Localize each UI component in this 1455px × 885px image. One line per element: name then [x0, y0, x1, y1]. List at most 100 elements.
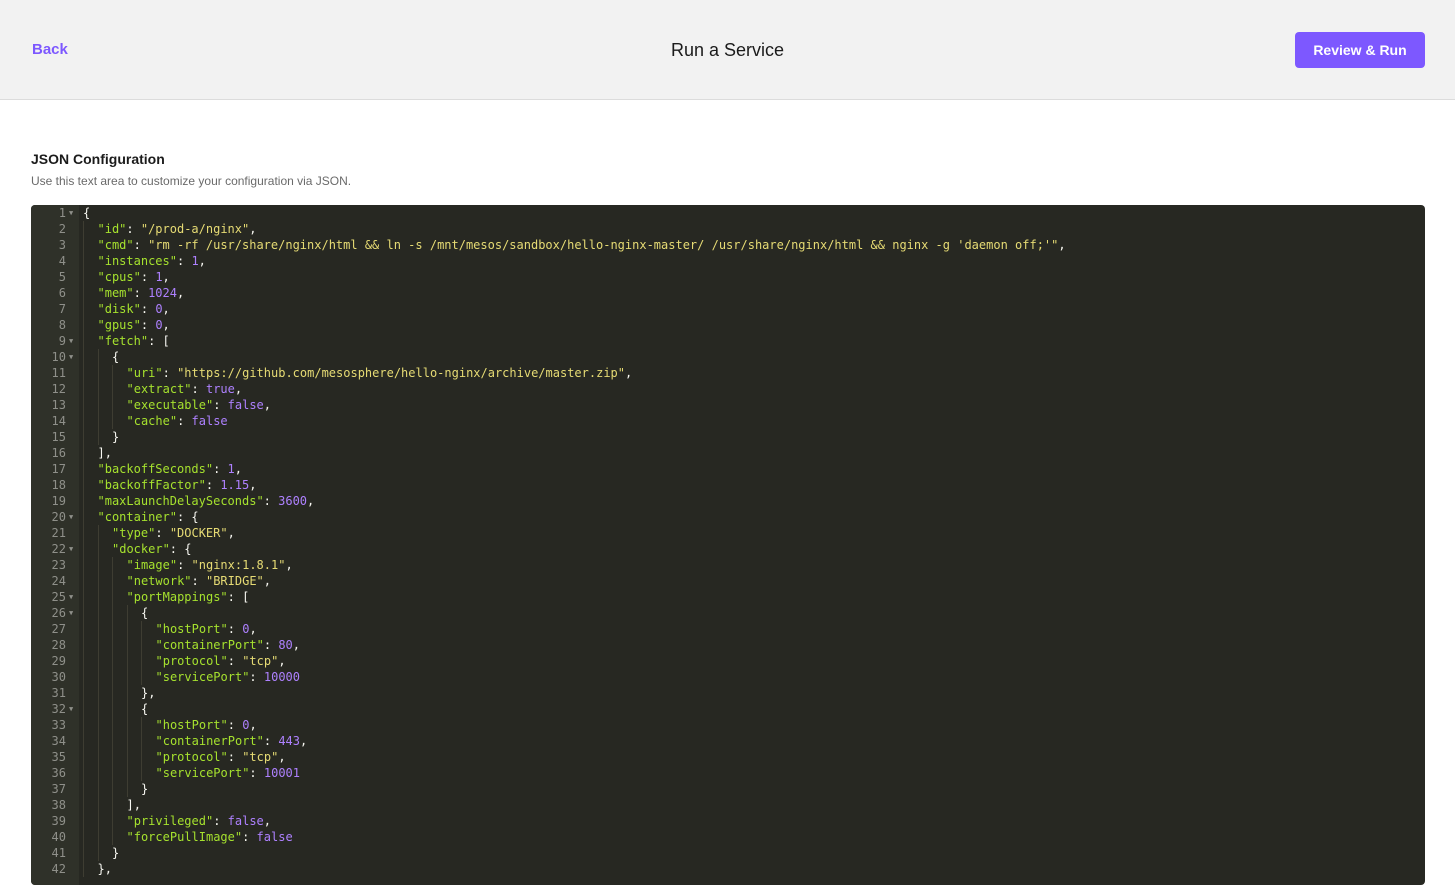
code-token: ,	[278, 750, 286, 764]
line-number: 40	[51, 830, 66, 844]
fold-toggle-icon[interactable]: ▼	[69, 605, 77, 621]
json-editor[interactable]: 1 ▼{2 "id": "/prod-a/nginx", 3 "cmd": "rm -r…	[31, 205, 1425, 885]
fold-toggle-icon[interactable]: ▼	[69, 349, 77, 365]
code-text: }	[112, 429, 119, 445]
indent-guide	[83, 365, 84, 381]
code-token: :	[177, 558, 192, 572]
indent-guide	[83, 445, 84, 461]
code-text: "extract": true,	[127, 381, 243, 397]
code-token: {	[141, 702, 149, 716]
indent-guide	[126, 749, 128, 765]
line-number: 32	[51, 702, 66, 716]
indent-guide	[83, 477, 84, 493]
line-number: 3	[58, 238, 66, 252]
indent-guide	[83, 317, 84, 333]
line-number: 31	[51, 686, 66, 700]
code-token: {	[83, 206, 91, 220]
code-token: :	[155, 526, 170, 540]
line-number: 16	[51, 446, 66, 460]
code-token: :	[176, 254, 192, 268]
line-number: 2	[58, 222, 66, 236]
code-token: "instances"	[97, 254, 177, 268]
review-and-run-button[interactable]: Review & Run	[1295, 32, 1425, 68]
code-text: {	[112, 349, 119, 365]
indent-guide	[83, 429, 84, 445]
code-token: :	[140, 270, 156, 284]
code-token: "gpus"	[97, 318, 141, 332]
indent-guide	[83, 541, 84, 557]
code-token: ,	[263, 398, 272, 412]
code-token: true	[205, 382, 235, 396]
indent-guide	[83, 669, 84, 685]
code-token: "tcp"	[242, 750, 279, 764]
code-line: 38],	[31, 797, 1425, 813]
code-text: ],	[98, 445, 112, 461]
code-line: 34 "containerPort": 443,	[31, 733, 1425, 749]
code-text: }	[112, 845, 119, 861]
line-number: 30	[51, 670, 66, 684]
code-token: "disk"	[97, 302, 141, 316]
code-token: "BRIDGE"	[205, 574, 264, 588]
code-text: },	[141, 685, 155, 701]
code-token: "forcePullImage"	[126, 830, 243, 844]
page-header: Back Run a Service Review & Run	[0, 0, 1455, 100]
indent-guide	[112, 653, 113, 669]
line-number: 33	[51, 718, 66, 732]
fold-toggle-icon[interactable]: ▼	[69, 205, 77, 221]
indent-guide	[97, 621, 99, 637]
indent-guide	[97, 605, 99, 621]
back-link[interactable]: Back	[32, 40, 68, 60]
code-text: }	[141, 781, 148, 797]
code-token: "privileged"	[126, 814, 214, 828]
code-text: "privileged": false,	[127, 813, 272, 829]
line-number: 39	[51, 814, 66, 828]
code-line: 16],	[31, 445, 1425, 461]
fold-toggle-icon[interactable]: ▼	[69, 589, 77, 605]
indent-guide	[112, 733, 113, 749]
line-number: 38	[51, 798, 66, 812]
indent-guide	[83, 557, 84, 573]
code-token: }	[112, 430, 120, 444]
indent-guide	[112, 717, 113, 733]
indent-guide	[126, 685, 128, 701]
code-line: 30 "servicePort": 10000	[31, 669, 1425, 685]
indent-guide	[112, 589, 113, 605]
indent-guide	[112, 365, 113, 381]
indent-guide	[141, 637, 142, 653]
code-line: 9 ▼ "fetch": [	[31, 333, 1425, 349]
indent-guide	[112, 621, 113, 637]
editor-content[interactable]: 1 ▼{2 "id": "/prod-a/nginx", 3 "cmd": "rm -r…	[31, 205, 1425, 877]
code-line: 19 "maxLaunchDelaySeconds": 3600,	[31, 493, 1425, 509]
indent-guide	[112, 685, 113, 701]
code-token: :	[242, 830, 257, 844]
indent-guide	[83, 221, 84, 237]
code-token: ,	[249, 622, 257, 636]
code-token: :	[140, 318, 156, 332]
indent-guide	[97, 349, 99, 365]
code-token: : {	[176, 510, 199, 524]
indent-guide	[83, 685, 84, 701]
indent-guide	[97, 397, 99, 413]
line-number: 13	[51, 398, 66, 412]
indent-guide	[83, 349, 84, 365]
indent-guide	[97, 829, 99, 845]
code-token: "containerPort"	[155, 734, 264, 748]
code-token: },	[97, 862, 112, 876]
code-text: "maxLaunchDelaySeconds": 3600,	[98, 493, 315, 509]
code-token: "servicePort"	[155, 670, 250, 684]
code-text: "executable": false,	[127, 397, 272, 413]
code-line: 31},	[31, 685, 1425, 701]
fold-toggle-icon[interactable]: ▼	[69, 333, 77, 349]
code-token: ,	[234, 382, 243, 396]
indent-guide	[97, 845, 99, 861]
indent-guide	[97, 381, 99, 397]
fold-toggle-icon[interactable]: ▼	[69, 701, 77, 717]
code-token: : [	[148, 334, 170, 348]
code-token: 80	[278, 638, 293, 652]
indent-guide	[112, 701, 113, 717]
code-token: false	[256, 830, 293, 844]
indent-guide	[97, 573, 99, 589]
fold-toggle-icon[interactable]: ▼	[69, 509, 77, 525]
indent-guide	[97, 525, 99, 541]
fold-toggle-icon[interactable]: ▼	[69, 541, 77, 557]
